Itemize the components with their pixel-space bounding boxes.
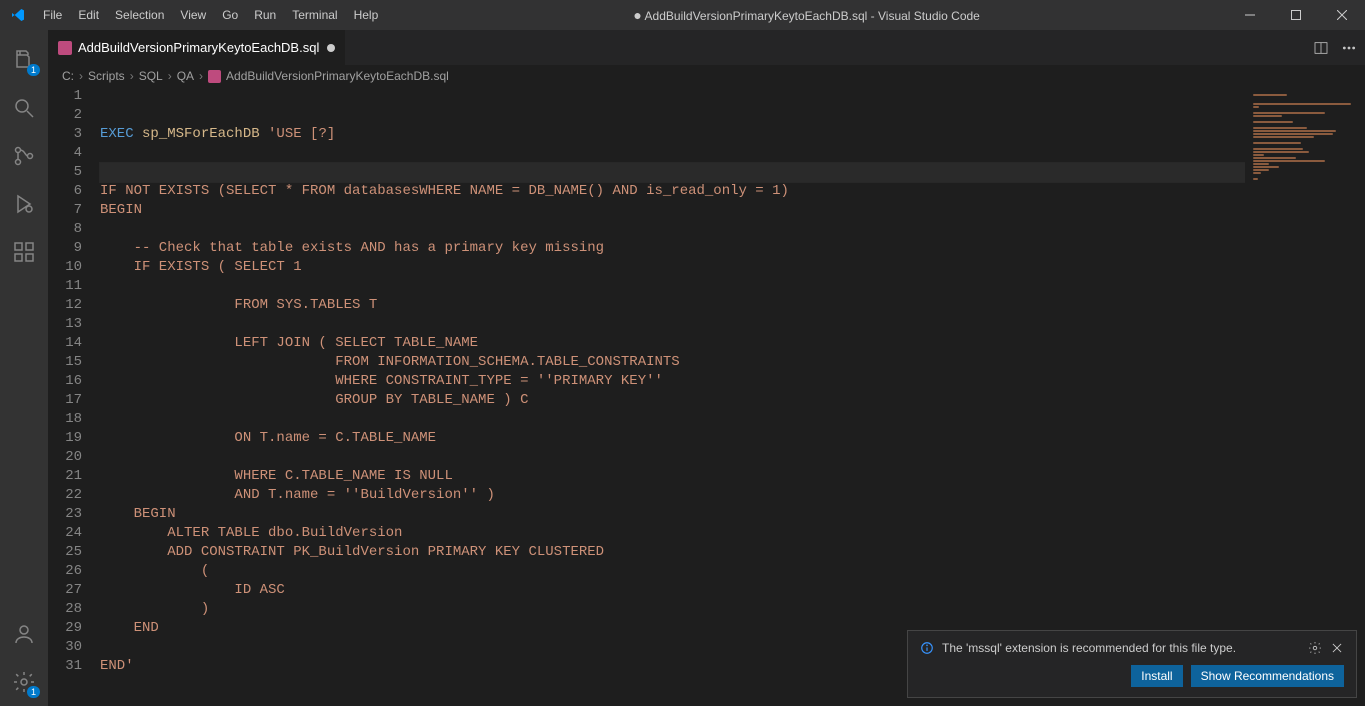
editor-actions [1305,30,1365,65]
code-line[interactable]: FROM SYS.TABLES T [100,296,1365,315]
code-line[interactable]: BEGIN [100,201,1365,220]
titlebar: FileEditSelectionViewGoRunTerminalHelp ●… [0,0,1365,30]
more-actions-icon[interactable] [1341,40,1357,56]
notification-message: The 'mssql' extension is recommended for… [942,641,1300,655]
code-line[interactable]: -- Check that table exists AND has a pri… [100,239,1365,258]
tab-label: AddBuildVersionPrimaryKeytoEachDB.sql [78,40,319,55]
menu-item-help[interactable]: Help [346,0,387,30]
run-debug-icon[interactable] [0,180,48,228]
editor-area: AddBuildVersionPrimaryKeytoEachDB.sql C:… [48,30,1365,706]
code-line[interactable]: BEGIN [100,505,1365,524]
window-controls [1227,0,1365,30]
sql-file-icon [208,70,221,83]
code-line[interactable]: ( [100,562,1365,581]
code-line[interactable]: EXEC sp_MSForEachDB 'USE [?] [100,125,1365,144]
menu-item-view[interactable]: View [172,0,214,30]
show-recommendations-button[interactable]: Show Recommendations [1191,665,1344,687]
search-icon[interactable] [0,84,48,132]
code-line[interactable]: WHERE C.TABLE_NAME IS NULL [100,467,1365,486]
settings-icon[interactable]: 1 [0,658,48,706]
breadcrumb-seg[interactable]: AddBuildVersionPrimaryKeytoEachDB.sql [226,69,449,83]
breadcrumb-seg[interactable]: QA [177,69,194,83]
notification-toast: The 'mssql' extension is recommended for… [907,630,1357,698]
code-line[interactable]: IF NOT EXISTS (SELECT * FROM databasesWH… [100,182,1365,201]
menu-item-go[interactable]: Go [214,0,246,30]
gear-icon[interactable] [1308,641,1322,655]
explorer-badge: 1 [27,64,40,76]
code-line[interactable]: GROUP BY TABLE_NAME ) C [100,391,1365,410]
line-number-gutter: 1234567891011121314151617181920212223242… [48,87,100,706]
code-line[interactable] [100,163,1365,182]
source-control-icon[interactable] [0,132,48,180]
activity-bar: 1 1 [0,30,48,706]
vscode-icon [0,7,35,23]
menu-item-file[interactable]: File [35,0,70,30]
code-line[interactable]: ID ASC [100,581,1365,600]
code-line[interactable]: WHERE CONSTRAINT_TYPE = ''PRIMARY KEY'' [100,372,1365,391]
code-editor[interactable]: 1234567891011121314151617181920212223242… [48,87,1365,706]
menu-item-run[interactable]: Run [246,0,284,30]
install-button[interactable]: Install [1131,665,1182,687]
code-line[interactable] [100,87,1365,106]
code-line[interactable]: ON T.name = C.TABLE_NAME [100,429,1365,448]
info-icon [920,641,934,655]
minimize-button[interactable] [1227,0,1273,30]
window-title: ● AddBuildVersionPrimaryKeytoEachDB.sql … [386,7,1227,23]
title-filename: AddBuildVersionPrimaryKeytoEachDB.sql [645,9,868,23]
breadcrumb-seg[interactable]: SQL [139,69,163,83]
code-line[interactable] [100,277,1365,296]
close-icon[interactable] [1330,641,1344,655]
code-content[interactable]: EXEC sp_MSForEachDB 'USE [?] IF NOT EXIST… [100,87,1365,706]
code-line[interactable] [100,410,1365,429]
code-line[interactable]: AND T.name = ''BuildVersion'' ) [100,486,1365,505]
sql-file-icon [58,41,72,55]
modified-indicator: ● [633,7,641,23]
code-line[interactable] [100,144,1365,163]
code-line[interactable]: ALTER TABLE dbo.BuildVersion [100,524,1365,543]
breadcrumb[interactable]: C:› Scripts› SQL› QA› AddBuildVersionPri… [48,65,1365,87]
explorer-icon[interactable]: 1 [0,36,48,84]
settings-badge: 1 [27,686,40,698]
code-line[interactable]: ADD CONSTRAINT PK_BuildVersion PRIMARY K… [100,543,1365,562]
close-button[interactable] [1319,0,1365,30]
accounts-icon[interactable] [0,610,48,658]
tab-modified-dot [327,44,335,52]
tab-current-file[interactable]: AddBuildVersionPrimaryKeytoEachDB.sql [48,30,346,65]
extensions-icon[interactable] [0,228,48,276]
menu-item-edit[interactable]: Edit [70,0,107,30]
minimap[interactable] [1245,87,1365,706]
maximize-button[interactable] [1273,0,1319,30]
code-line[interactable] [100,220,1365,239]
code-line[interactable] [100,315,1365,334]
code-line[interactable]: IF EXISTS ( SELECT 1 [100,258,1365,277]
menu-bar: FileEditSelectionViewGoRunTerminalHelp [35,0,386,30]
code-line[interactable] [100,448,1365,467]
code-line[interactable]: ) [100,600,1365,619]
code-line[interactable] [100,106,1365,125]
title-app: Visual Studio Code [878,9,980,23]
menu-item-terminal[interactable]: Terminal [284,0,345,30]
split-editor-icon[interactable] [1313,40,1329,56]
code-line[interactable]: FROM INFORMATION_SCHEMA.TABLE_CONSTRAINT… [100,353,1365,372]
breadcrumb-seg[interactable]: C: [62,69,74,83]
menu-item-selection[interactable]: Selection [107,0,172,30]
breadcrumb-seg[interactable]: Scripts [88,69,125,83]
editor-tabs: AddBuildVersionPrimaryKeytoEachDB.sql [48,30,1365,65]
code-line[interactable]: LEFT JOIN ( SELECT TABLE_NAME [100,334,1365,353]
